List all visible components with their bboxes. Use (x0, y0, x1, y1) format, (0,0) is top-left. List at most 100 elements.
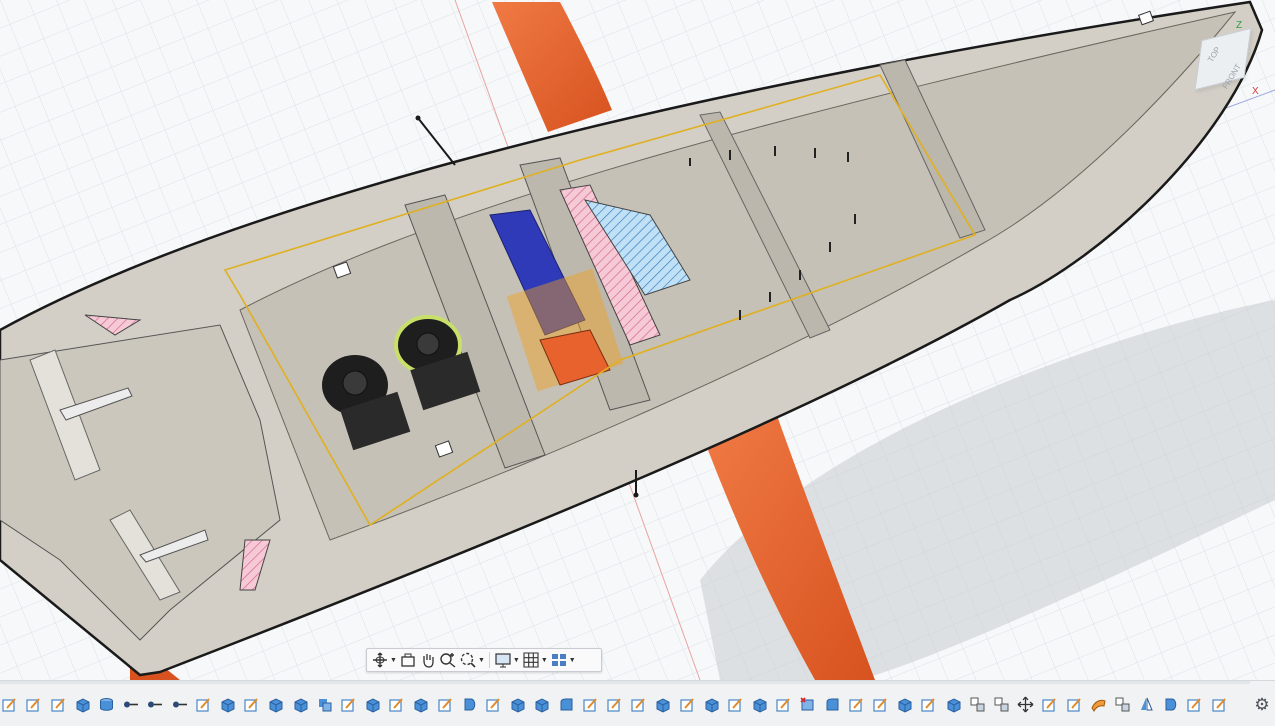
timeline-feature-sketch[interactable] (194, 694, 214, 714)
surface-icon (1091, 699, 1106, 712)
chevron-down-icon: ▼ (568, 656, 576, 664)
timeline-feature-joint[interactable] (169, 694, 189, 714)
timeline-feature-joint[interactable] (145, 694, 165, 714)
navbar-divider (488, 652, 490, 668)
timeline-feature-extrude[interactable] (532, 694, 552, 714)
timeline-feature-component[interactable] (992, 694, 1012, 714)
timeline-feature-sketch[interactable] (629, 694, 649, 714)
timeline-feature-fillet[interactable] (822, 694, 842, 714)
timeline-feature-sketch[interactable] (387, 694, 407, 714)
timeline-feature-surface[interactable] (1088, 694, 1108, 714)
timeline-feature-move[interactable] (1016, 694, 1036, 714)
timeline-feature-extrude[interactable] (266, 694, 286, 714)
timeline-feature-extrude[interactable] (653, 694, 673, 714)
viewcube[interactable]: TOP FRONT X Z (1188, 20, 1259, 100)
timeline-settings-button[interactable]: ⚙ (1252, 695, 1272, 715)
sketch-icon (486, 697, 500, 712)
sketch-icon (607, 697, 621, 712)
timeline-feature-sketch[interactable] (847, 694, 867, 714)
timeline-feature-sketch[interactable] (484, 694, 504, 714)
grid-settings-button[interactable]: ▼ (522, 650, 548, 670)
timeline-feature-extrude[interactable] (363, 694, 383, 714)
joint-icon (172, 701, 187, 707)
viewports-button[interactable]: ▼ (550, 650, 576, 670)
extrude-icon (294, 697, 308, 713)
timeline-feature-sketch[interactable] (581, 694, 601, 714)
extrude-icon (753, 697, 767, 713)
model-scene[interactable] (0, 0, 1275, 680)
look-at-button[interactable] (399, 650, 417, 670)
timeline-feature-sketch[interactable] (919, 694, 939, 714)
timeline-feature-mirror[interactable] (1137, 694, 1157, 714)
timeline-feature-extrude[interactable] (218, 694, 238, 714)
timeline-feature-component[interactable] (1113, 694, 1133, 714)
timeline-feature-extrude[interactable] (508, 694, 528, 714)
timeline-feature-component[interactable] (968, 694, 988, 714)
timeline-feature-sketch[interactable] (1040, 694, 1060, 714)
component-icon (994, 697, 1009, 711)
extrude-icon (76, 697, 90, 713)
extrude-icon (269, 697, 283, 713)
timeline-feature-sketch[interactable] (24, 694, 44, 714)
timeline-feature-extrude[interactable] (895, 694, 915, 714)
timeline-feature-sketch[interactable] (1185, 694, 1205, 714)
timeline-feature-sketch[interactable] (0, 694, 20, 714)
timeline-feature-revolve[interactable] (460, 694, 480, 714)
timeline-feature-revolve[interactable] (1161, 694, 1181, 714)
timeline-feature-joint[interactable] (121, 694, 141, 714)
sketch-icon (389, 697, 404, 712)
timeline-feature-body[interactable] (97, 694, 117, 714)
timeline-feature-sketch[interactable] (242, 694, 262, 714)
timeline-feature-sketch[interactable] (871, 694, 891, 714)
timeline-feature-sketch[interactable] (435, 694, 455, 714)
timeline-feature-extrude[interactable] (411, 694, 431, 714)
grid-settings-icon (523, 652, 539, 668)
timeline-feature-split[interactable] (798, 694, 818, 714)
orbit-button[interactable]: ▼ (371, 650, 397, 670)
timeline-feature-sketch[interactable] (774, 694, 794, 714)
design-timeline: ⚙ (0, 680, 1275, 726)
timeline-feature-extrude[interactable] (750, 694, 770, 714)
combine-icon (318, 698, 332, 711)
gear-icon: ⚙ (1254, 695, 1270, 714)
sketch-icon (2, 697, 17, 712)
extrude-icon (535, 697, 549, 713)
zoom-button[interactable] (439, 650, 457, 670)
timeline-feature-sketch[interactable] (605, 694, 625, 714)
timeline-feature-fillet[interactable] (556, 694, 576, 714)
chevron-down-icon: ▼ (390, 656, 397, 664)
timeline-feature-sketch[interactable] (1064, 694, 1084, 714)
revolve-icon (1165, 698, 1177, 710)
timeline-feature-extrude[interactable] (943, 694, 963, 714)
timeline-feature-sketch[interactable] (1209, 694, 1229, 714)
timeline-track (0, 681, 1250, 684)
fillet-icon (826, 698, 839, 710)
chevron-down-icon: ▼ (477, 656, 485, 664)
sketch-icon (873, 697, 887, 712)
timeline-feature-sketch[interactable] (339, 694, 359, 714)
timeline-feature-extrude[interactable] (290, 694, 310, 714)
timeline-feature-sketch[interactable] (726, 694, 746, 714)
canvas-viewport[interactable]: TOP FRONT X Z (0, 0, 1275, 680)
display-settings-button[interactable]: ▼ (494, 650, 520, 670)
timeline-feature-extrude[interactable] (73, 694, 93, 714)
joint-icon (124, 701, 139, 707)
pan-icon (423, 654, 434, 668)
viewports-icon (551, 654, 566, 666)
mirror-icon (1141, 697, 1153, 710)
sketch-icon (921, 697, 936, 712)
fit-button[interactable]: ▼ (459, 650, 485, 670)
timeline-feature-extrude[interactable] (701, 694, 721, 714)
sketch-icon (26, 697, 41, 712)
timeline-feature-sketch[interactable] (677, 694, 697, 714)
sketch-icon (1042, 697, 1057, 712)
timeline-feature-sketch[interactable] (48, 694, 68, 714)
sketch-icon (51, 697, 65, 712)
sketch-icon (438, 697, 452, 712)
move-icon (1017, 696, 1034, 712)
axis-x-label: X (1252, 86, 1259, 97)
pan-button[interactable] (419, 650, 437, 670)
extrude-icon (414, 697, 428, 713)
sketch-icon (679, 697, 694, 712)
timeline-feature-combine[interactable] (314, 694, 334, 714)
